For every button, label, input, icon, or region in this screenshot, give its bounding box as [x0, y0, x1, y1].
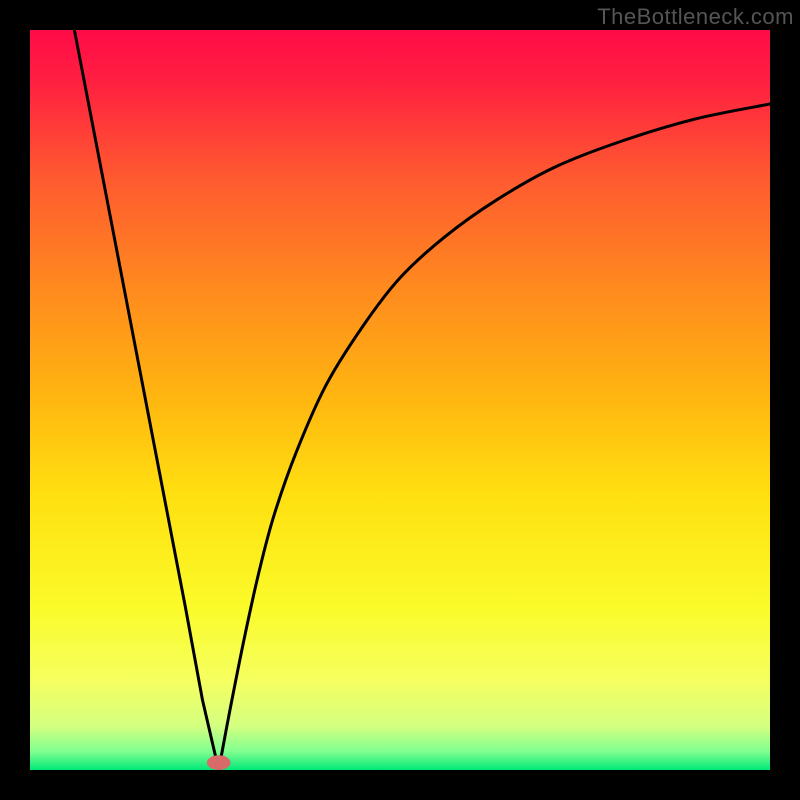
- gradient-background: [30, 30, 770, 770]
- plot-area: [30, 30, 770, 770]
- watermark-label: TheBottleneck.com: [597, 4, 794, 30]
- chart-frame: TheBottleneck.com: [0, 0, 800, 800]
- chart-svg: [30, 30, 770, 770]
- min-marker: [207, 755, 231, 770]
